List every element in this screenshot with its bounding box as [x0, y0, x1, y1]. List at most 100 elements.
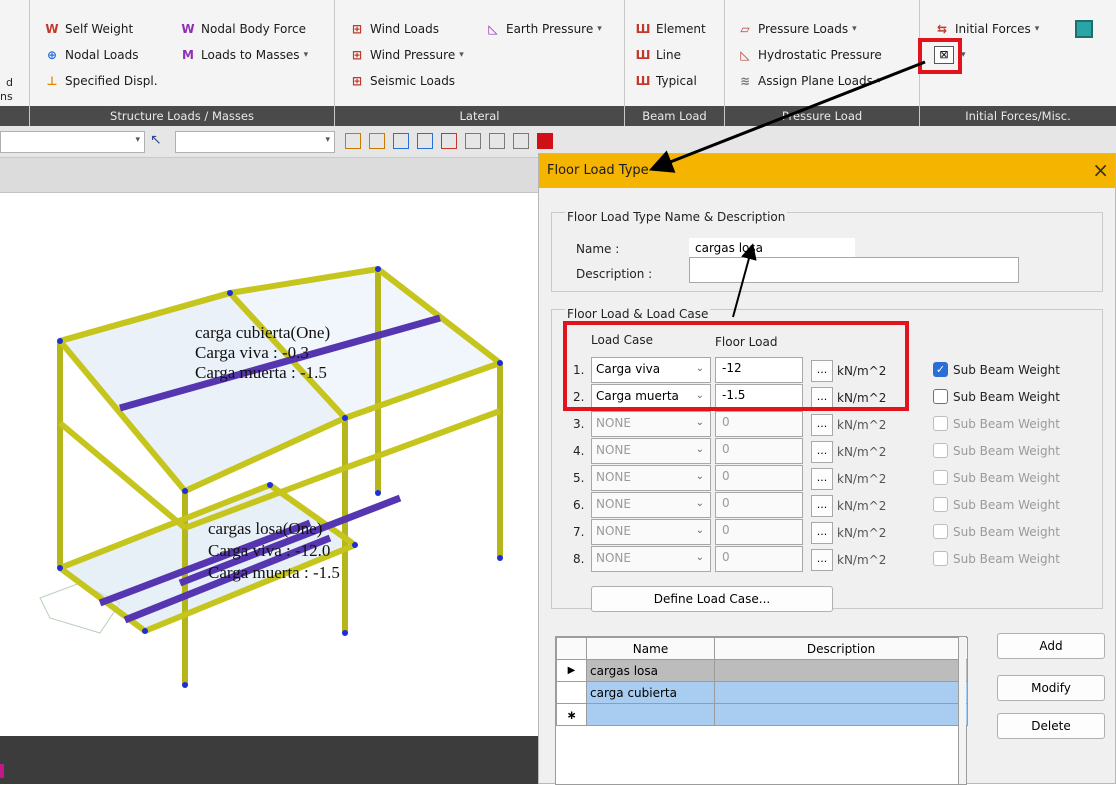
- row-number: 4.: [573, 444, 585, 458]
- ribbon-group-lateral: ⊞ Wind Loads ◺ Earth Pressure ▾ ⊞ Wind P…: [335, 0, 625, 126]
- table-row[interactable]: ▶ cargas losa: [556, 659, 968, 682]
- load-ellipsis-button[interactable]: ...: [811, 495, 833, 517]
- chevron-down-icon: ▾: [135, 135, 140, 145]
- description-field[interactable]: [689, 257, 1019, 283]
- unit-label: kN/m^2: [837, 499, 887, 513]
- assign-plane-loads-button[interactable]: ≋ Assign Plane Loads ▾: [737, 70, 881, 92]
- partial-label-2: ns: [0, 90, 13, 103]
- new-row-marker: ∗: [556, 703, 587, 726]
- define-load-case-button[interactable]: Define Load Case...: [591, 586, 833, 612]
- load-case-select[interactable]: NONE ⌄: [591, 546, 711, 572]
- load-case-select[interactable]: NONE ⌄: [591, 492, 711, 518]
- select-arrow-icon[interactable]: ↖: [150, 132, 162, 148]
- tool-icon-8[interactable]: [513, 133, 529, 149]
- delete-button[interactable]: Delete: [997, 713, 1105, 739]
- load-rows-highlight: [563, 321, 909, 411]
- load-ellipsis-button[interactable]: ...: [811, 468, 833, 490]
- element-icon: Ш: [635, 22, 651, 36]
- floor-load-input[interactable]: 0: [715, 465, 803, 491]
- table-row[interactable]: carga cubierta: [556, 681, 968, 704]
- sub-beam-weight-checkbox[interactable]: [933, 416, 948, 431]
- tool-icon-7[interactable]: [489, 133, 505, 149]
- unit-label: kN/m^2: [837, 445, 887, 459]
- wind-pressure-button[interactable]: ⊞ Wind Pressure ▾: [349, 44, 464, 66]
- typical-button[interactable]: Ш Typical: [635, 70, 697, 92]
- nodal-loads-button[interactable]: ⊕ Nodal Loads: [44, 44, 139, 66]
- row-description[interactable]: [714, 681, 968, 704]
- modify-button[interactable]: Modify: [997, 675, 1105, 701]
- sub-beam-weight-checkbox[interactable]: [933, 443, 948, 458]
- table-new-row[interactable]: ∗: [556, 703, 968, 726]
- floor-load-input[interactable]: 0: [715, 411, 803, 437]
- tool-icon-5[interactable]: [441, 133, 457, 149]
- tool-icon-6[interactable]: [465, 133, 481, 149]
- sub-beam-weight-checkbox[interactable]: [933, 524, 948, 539]
- tool-icon-2[interactable]: [369, 133, 385, 149]
- load-ellipsis-button[interactable]: ...: [811, 522, 833, 544]
- row-marker: [556, 681, 587, 704]
- close-icon[interactable]: ×: [1092, 158, 1109, 182]
- wind-loads-icon: ⊞: [351, 22, 363, 36]
- row-name[interactable]: cargas losa: [586, 659, 715, 682]
- hydrostatic-pressure-button[interactable]: ◺ Hydrostatic Pressure: [737, 44, 881, 66]
- initial-forces-footer: Initial Forces/Misc.: [920, 106, 1116, 126]
- loads-to-masses-button[interactable]: M Loads to Masses ▾: [180, 44, 308, 66]
- floor-load-input[interactable]: 0: [715, 438, 803, 464]
- floor-load-input[interactable]: 0: [715, 519, 803, 545]
- unit-label: kN/m^2: [837, 526, 887, 540]
- table-scrollbar[interactable]: [958, 637, 966, 784]
- load-ellipsis-button[interactable]: ...: [811, 414, 833, 436]
- view-select[interactable]: ▾: [0, 131, 145, 153]
- add-button[interactable]: Add: [997, 633, 1105, 659]
- pressure-loads-icon: ▱: [740, 22, 750, 36]
- sub-beam-weight-checkbox[interactable]: [933, 470, 948, 485]
- floor-load-button-highlight: [918, 38, 962, 74]
- self-weight-button[interactable]: W Self Weight: [44, 18, 133, 40]
- toolbar-icons: [345, 133, 553, 149]
- floor-load-input[interactable]: 0: [715, 492, 803, 518]
- row-number: 7.: [573, 525, 585, 539]
- earth-pressure-button[interactable]: ◺ Earth Pressure ▾: [485, 18, 601, 40]
- sub-beam-weight-label: Sub Beam Weight: [953, 417, 1060, 431]
- initial-forces-icon: ⇆: [936, 22, 948, 36]
- load-ellipsis-button[interactable]: ...: [811, 441, 833, 463]
- model-view-canvas[interactable]: carga cubierta(One) Carga viva : -0.3 Ca…: [0, 193, 540, 736]
- tool-icon-3[interactable]: [393, 133, 409, 149]
- chevron-down-icon: ⌄: [695, 525, 704, 536]
- tool-icon-1[interactable]: [345, 133, 361, 149]
- chevron-down-icon: ▾: [303, 50, 309, 60]
- load-case-select[interactable]: NONE ⌄: [591, 438, 711, 464]
- row-name[interactable]: carga cubierta: [586, 681, 715, 704]
- filter-select[interactable]: ▾: [175, 131, 335, 153]
- line-button[interactable]: Ш Line: [635, 44, 681, 66]
- load-case-value: NONE: [596, 497, 631, 511]
- loads-to-masses-icon: M: [182, 48, 194, 62]
- wind-loads-button[interactable]: ⊞ Wind Loads: [349, 18, 439, 40]
- load-case-select[interactable]: NONE ⌄: [591, 519, 711, 545]
- structure-loads-footer: Structure Loads / Masses: [30, 106, 334, 126]
- sub-beam-weight-checkbox[interactable]: [933, 389, 948, 404]
- floor-load-input[interactable]: 0: [715, 546, 803, 572]
- pressure-loads-button[interactable]: ▱ Pressure Loads ▾: [737, 18, 856, 40]
- status-marker: [0, 764, 4, 778]
- row-name[interactable]: [586, 703, 715, 726]
- sub-beam-weight-checkbox[interactable]: [933, 551, 948, 566]
- tool-icon-9[interactable]: [537, 133, 553, 149]
- row-description[interactable]: [714, 703, 968, 726]
- load-ellipsis-button[interactable]: ...: [811, 549, 833, 571]
- element-button[interactable]: Ш Element: [635, 18, 706, 40]
- specified-displ-button[interactable]: ⊥ Specified Displ.: [44, 70, 158, 92]
- load-case-select[interactable]: NONE ⌄: [591, 465, 711, 491]
- seismic-loads-button[interactable]: ⊞ Seismic Loads: [349, 70, 455, 92]
- sub-beam-weight-checkbox[interactable]: ✓: [933, 362, 948, 377]
- row-description[interactable]: [714, 659, 968, 682]
- tool-icon-4[interactable]: [417, 133, 433, 149]
- initial-forces-button[interactable]: ⇆ Initial Forces ▾: [934, 18, 1039, 40]
- sub-beam-weight-checkbox[interactable]: [933, 497, 948, 512]
- table-header-description: Description: [714, 637, 968, 660]
- sub-beam-weight-label: Sub Beam Weight: [953, 525, 1060, 539]
- grid-view-icon[interactable]: [1075, 20, 1093, 38]
- name-description-heading: Floor Load Type Name & Description: [565, 210, 788, 224]
- nodal-body-force-button[interactable]: W Nodal Body Force: [180, 18, 306, 40]
- load-case-select[interactable]: NONE ⌄: [591, 411, 711, 437]
